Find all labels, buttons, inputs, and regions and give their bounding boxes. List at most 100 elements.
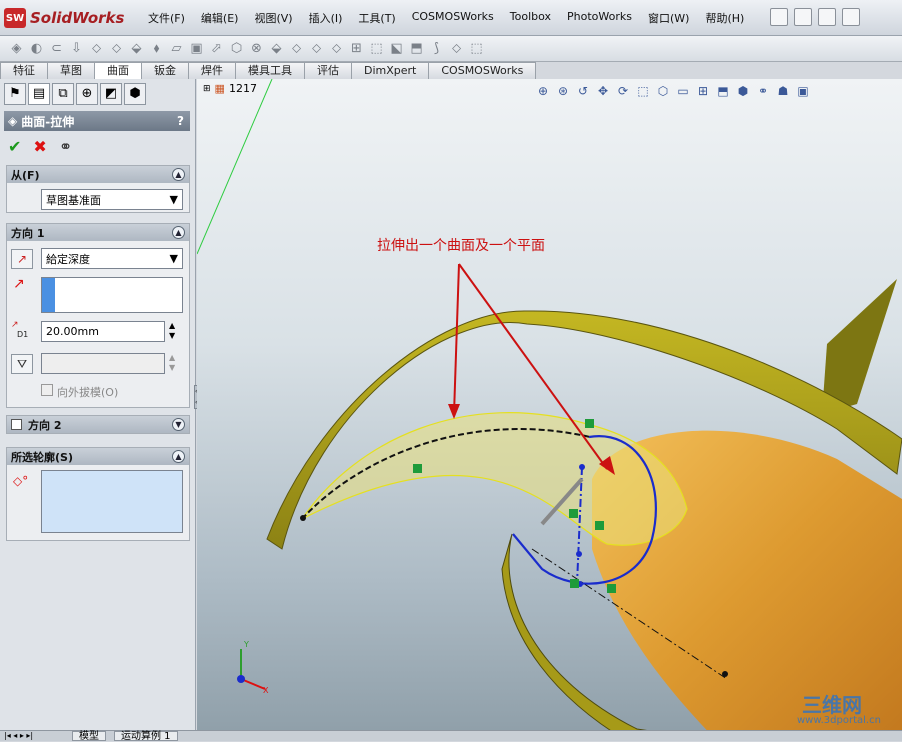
direction-selection-box[interactable]	[41, 277, 183, 313]
rotate-icon[interactable]: ⟳	[615, 83, 631, 99]
direction2-checkbox[interactable]	[11, 419, 22, 430]
depth-input[interactable]: 20.00mm	[41, 321, 165, 342]
pan-icon[interactable]: ✥	[595, 83, 611, 99]
boundary-surface-icon[interactable]: ⬦	[88, 40, 105, 57]
tab-features[interactable]: 特征	[0, 62, 48, 79]
collapse-chevron-icon[interactable]: ▲	[172, 226, 185, 239]
tab-mold-tools[interactable]: 模具工具	[235, 62, 305, 79]
menu-cosmosworks[interactable]: COSMOSWorks	[404, 10, 502, 26]
preview-glasses-icon[interactable]: ⚭	[59, 137, 72, 156]
help-button[interactable]: ?	[177, 114, 184, 128]
tab-surfaces[interactable]: 曲面	[94, 62, 142, 79]
menu-file[interactable]: 文件(F)	[140, 10, 193, 26]
tab-sheet-metal[interactable]: 钣金	[141, 62, 189, 79]
curves-icon[interactable]: ⟆	[428, 40, 445, 57]
mid-surface-icon[interactable]: ⬒	[408, 40, 425, 57]
offset-surface-icon[interactable]: ⬦	[108, 40, 125, 57]
new-document-icon[interactable]	[770, 8, 788, 26]
end-condition-select[interactable]: 給定深度 ▼	[41, 248, 183, 269]
previous-view-icon[interactable]: ↺	[575, 83, 591, 99]
from-group-title: 从(F)	[11, 168, 40, 182]
collapse-chevron-icon[interactable]: ▲	[172, 168, 185, 181]
property-manager-tab-icon[interactable]: ▤	[28, 83, 50, 105]
tab-sketch[interactable]: 草图	[47, 62, 95, 79]
draft-spinner-icon[interactable]: ▲ ▼	[169, 353, 175, 373]
tab-dimxpert[interactable]: DimXpert	[351, 62, 430, 79]
swept-surface-icon[interactable]: ⊂	[48, 40, 65, 57]
save-icon[interactable]	[818, 8, 836, 26]
draft-on-off-icon[interactable]: ⛛	[11, 354, 33, 374]
from-group-header[interactable]: 从(F) ▲	[7, 166, 189, 183]
graphics-area[interactable]: Y X 拉伸出一个曲面及一个平面 三维网 www.3dportal.cn	[197, 79, 902, 741]
standard-views-icon[interactable]: ▭	[675, 83, 691, 99]
tab-model[interactable]: 模型	[72, 731, 106, 742]
draft-angle-input[interactable]	[41, 353, 165, 374]
view-orientation-icon[interactable]: ⬡	[655, 83, 671, 99]
hide-show-items-icon[interactable]: ⬒	[715, 83, 731, 99]
reverse-direction-icon[interactable]: ↗	[11, 249, 33, 269]
part-name[interactable]: 1217	[229, 82, 257, 95]
display-manager-tab-icon[interactable]: ◩	[100, 83, 122, 105]
display-settings-icon[interactable]: ▣	[795, 83, 811, 99]
display-style-icon[interactable]: ⊞	[695, 83, 711, 99]
from-select[interactable]: 草图基准面 ▼	[41, 189, 183, 210]
ok-check-icon[interactable]: ✔	[8, 137, 21, 156]
thicken-icon[interactable]: ⊞	[348, 40, 365, 57]
direction1-header[interactable]: 方向 1 ▲	[7, 224, 189, 241]
zoom-to-fit-icon[interactable]: ⊕	[535, 83, 551, 99]
tab-cosmosworks[interactable]: COSMOSWorks	[428, 62, 537, 79]
contours-selection-box[interactable]	[41, 470, 183, 533]
delete-face-icon[interactable]: ⬙	[268, 40, 285, 57]
fillet-icon[interactable]: ⬦	[328, 40, 345, 57]
collapse-chevron-icon[interactable]: ▲	[172, 450, 185, 463]
print-icon[interactable]	[842, 8, 860, 26]
filled-surface-icon[interactable]: ▣	[188, 40, 205, 57]
direction2-header[interactable]: 方向 2 ▼	[7, 416, 189, 433]
section-view-icon[interactable]: ⬚	[635, 83, 651, 99]
expand-chevron-icon[interactable]: ▼	[172, 418, 185, 431]
open-icon[interactable]	[794, 8, 812, 26]
planar-surface-icon[interactable]: ▱	[168, 40, 185, 57]
menu-help[interactable]: 帮助(H)	[697, 10, 752, 26]
lofted-surface-icon[interactable]: ⇩	[68, 40, 85, 57]
apply-scene-icon[interactable]: ⚭	[755, 83, 771, 99]
dimxpert-tab-icon[interactable]: ⊕	[76, 83, 98, 105]
revolved-surface-icon[interactable]: ◐	[28, 40, 45, 57]
menu-insert[interactable]: 插入(I)	[301, 10, 351, 26]
trim-surface-icon[interactable]: ⬡	[228, 40, 245, 57]
extend-surface-icon[interactable]: ⬀	[208, 40, 225, 57]
cut-with-surface-icon[interactable]: ⬚	[368, 40, 385, 57]
menu-edit[interactable]: 编辑(E)	[193, 10, 247, 26]
feature-tree-tab-icon[interactable]: ⚑	[4, 83, 26, 105]
edit-appearance-icon[interactable]: ⬢	[735, 83, 751, 99]
cancel-x-icon[interactable]: ✖	[33, 137, 46, 156]
zoom-to-area-icon[interactable]: ⊛	[555, 83, 571, 99]
move-face-icon[interactable]: ⬦	[308, 40, 325, 57]
replace-face-icon[interactable]: ⬦	[288, 40, 305, 57]
knit-surface-icon[interactable]: ⬧	[148, 40, 165, 57]
menu-toolbox[interactable]: Toolbox	[502, 10, 559, 26]
extruded-surface-icon[interactable]: ◈	[8, 40, 25, 57]
configuration-manager-tab-icon[interactable]: ⧉	[52, 83, 74, 105]
menu-window[interactable]: 窗口(W)	[640, 10, 697, 26]
tab-evaluate[interactable]: 评估	[304, 62, 352, 79]
selected-contours-header[interactable]: 所选轮廓(S) ▲	[7, 448, 189, 465]
menu-tools[interactable]: 工具(T)	[350, 10, 403, 26]
tab-motion-study[interactable]: 运动算例 1	[114, 731, 178, 742]
freeform-icon[interactable]: ⬚	[468, 40, 485, 57]
contour-icon: ◇°	[13, 474, 29, 488]
radiate-surface-icon[interactable]: ⬙	[128, 40, 145, 57]
menu-view[interactable]: 视图(V)	[246, 10, 300, 26]
relation-icon	[595, 521, 604, 530]
reference-geometry-icon[interactable]: ⬦	[448, 40, 465, 57]
draft-outward-checkbox[interactable]	[41, 384, 53, 396]
tab-weldments[interactable]: 焊件	[188, 62, 236, 79]
view-settings-icon[interactable]: ☗	[775, 83, 791, 99]
ruled-surface-icon[interactable]: ⬕	[388, 40, 405, 57]
untrim-surface-icon[interactable]: ⊗	[248, 40, 265, 57]
tab-scroll-arrows-icon[interactable]: |◂ ◂ ▸ ▸|	[4, 731, 33, 740]
depth-spinner-icon[interactable]: ▲ ▼	[169, 321, 175, 341]
appearance-tab-icon[interactable]: ⬢	[124, 83, 146, 105]
menu-photoworks[interactable]: PhotoWorks	[559, 10, 640, 26]
expand-plus-icon[interactable]: ⊞	[203, 84, 211, 94]
